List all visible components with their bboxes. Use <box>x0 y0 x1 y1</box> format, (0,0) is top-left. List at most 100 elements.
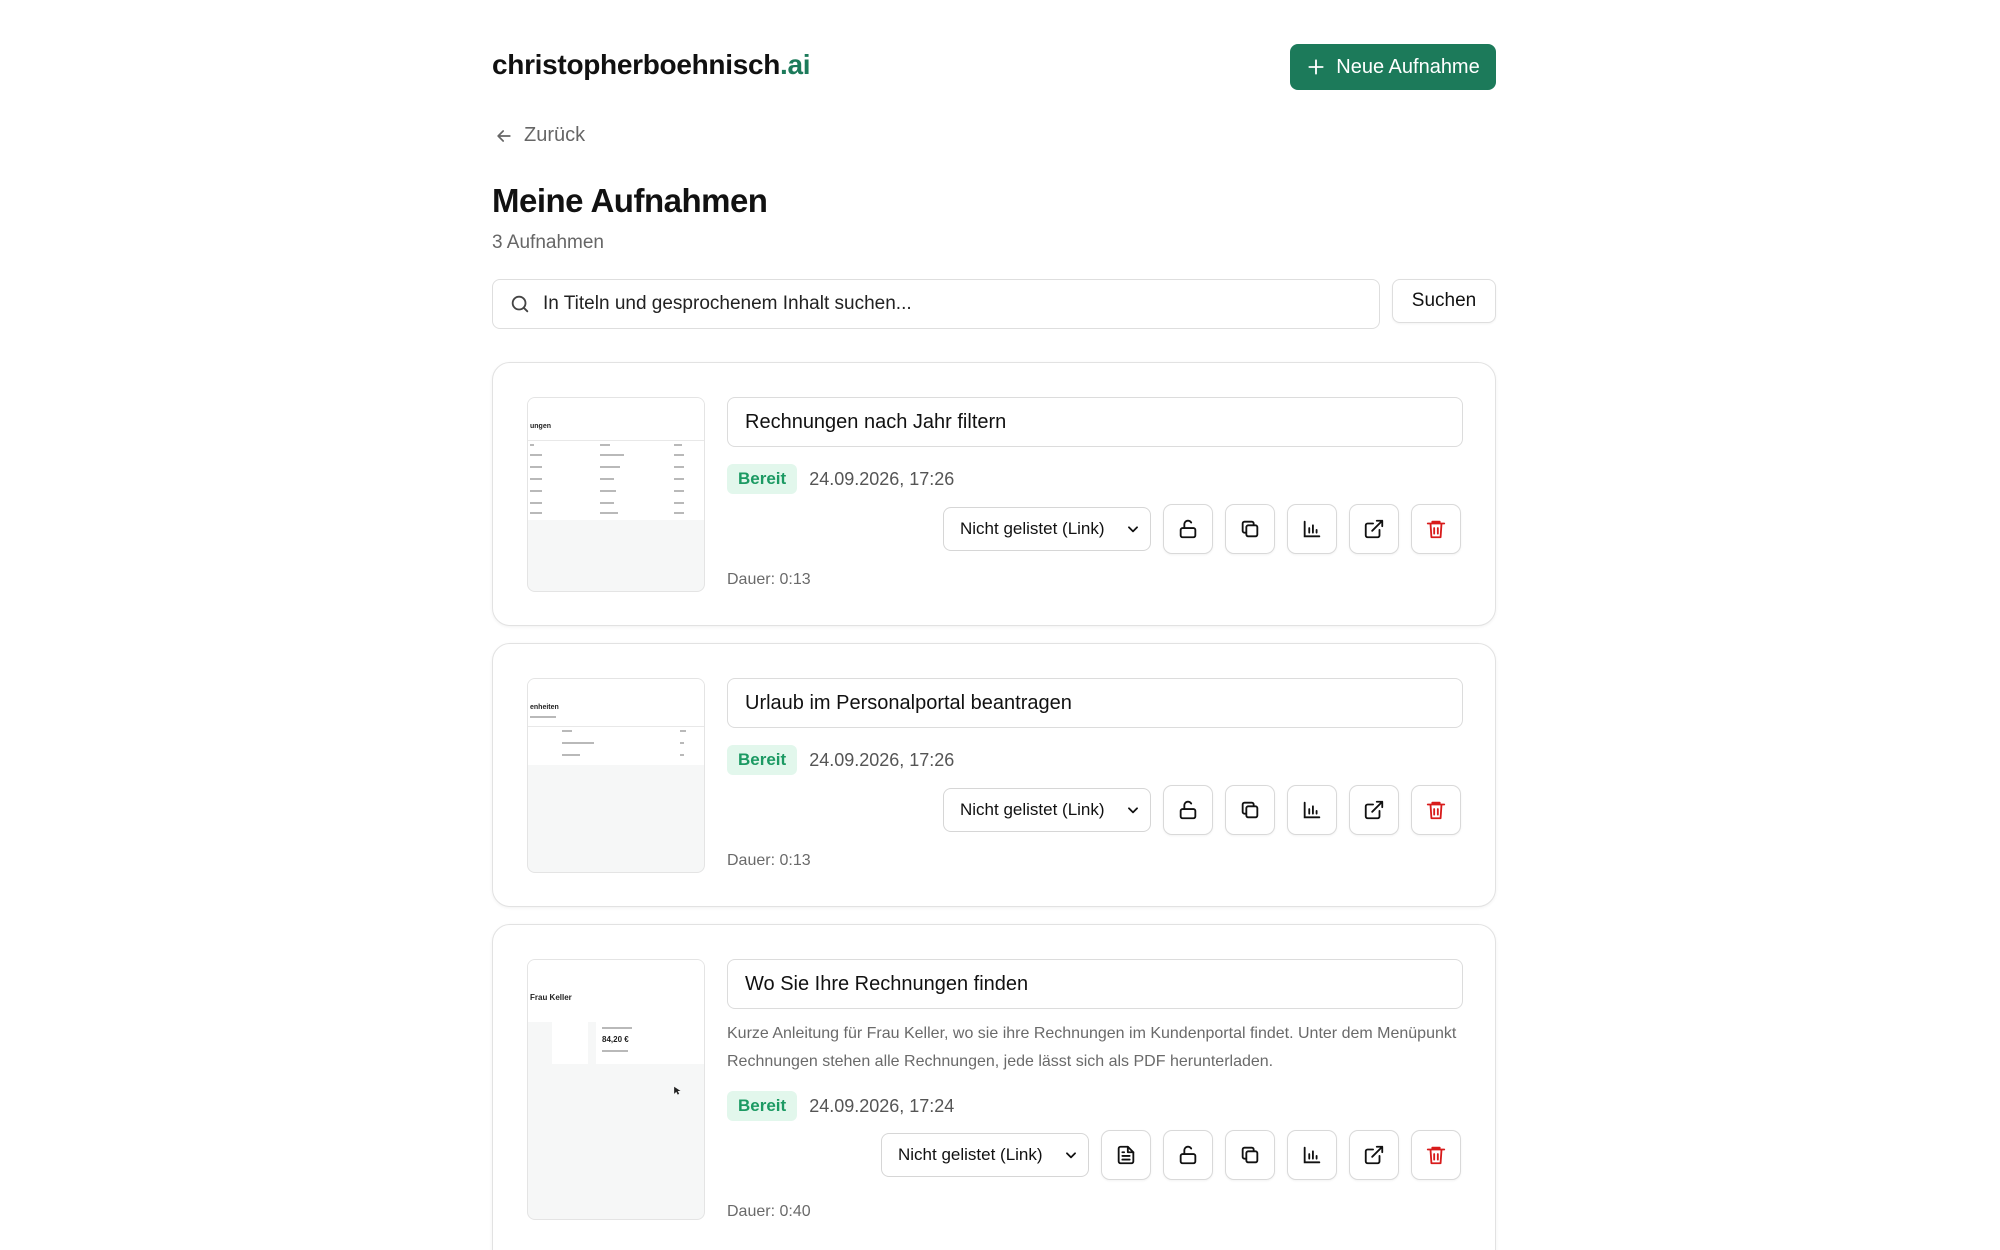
delete-button[interactable] <box>1411 785 1461 835</box>
copy-icon <box>1241 1146 1259 1164</box>
search-field[interactable] <box>492 279 1380 329</box>
status-badge: Bereit <box>727 464 798 494</box>
external-link-icon <box>1364 519 1384 539</box>
status-badge: Bereit <box>727 1091 798 1121</box>
recording-duration: Dauer: 0:13 <box>727 571 811 588</box>
recording-card: Frau Keller 84,20 € Kurze Anleitung für … <box>492 924 1496 1250</box>
thumbnail-cell <box>600 502 614 504</box>
trash-icon <box>1426 801 1446 820</box>
open-external-button[interactable] <box>1349 785 1399 835</box>
chevron-down-icon <box>1128 807 1138 814</box>
thumbnail-cell <box>530 502 542 504</box>
thumbnail-cell <box>600 466 620 468</box>
toggle-lock-button[interactable] <box>1163 1130 1213 1180</box>
thumbnail-cell <box>674 512 684 514</box>
chart-icon <box>1303 1146 1321 1164</box>
thumbnail-cell <box>674 478 684 480</box>
search-icon <box>511 295 529 313</box>
transcript-button[interactable] <box>1101 1130 1151 1180</box>
toggle-lock-button[interactable] <box>1163 785 1213 835</box>
recording-description: Kurze Anleitung für Frau Keller, wo sie … <box>727 1025 1457 1070</box>
analytics-button[interactable] <box>1287 1130 1337 1180</box>
document-icon <box>1117 1145 1135 1165</box>
header: christopherboehnisch.ai Neue Aufnahme <box>492 44 1496 90</box>
thumbnail-invoice-card: 84,20 € <box>596 1022 704 1064</box>
external-link-icon <box>1364 1145 1384 1165</box>
thumbnail-cell <box>600 454 624 456</box>
recording-card: enheiten Bereit 24.09.2026, 17:26 Nicht … <box>492 643 1496 907</box>
recording-meta: Bereit 24.09.2026, 17:24 <box>727 1091 954 1121</box>
page: christopherboehnisch.ai Neue Aufnahme Zu… <box>0 0 2000 1250</box>
recording-thumbnail[interactable]: enheiten <box>527 678 705 873</box>
page-title: Meine Aufnahmen <box>492 182 768 219</box>
analytics-button[interactable] <box>1287 785 1337 835</box>
analytics-button[interactable] <box>1287 504 1337 554</box>
thumbnail-divider <box>528 440 704 441</box>
thumbnail-cell <box>530 490 542 492</box>
thumbnail-cell <box>674 454 684 456</box>
thumbnail-sheet: enheiten <box>528 679 704 765</box>
open-external-button[interactable] <box>1349 504 1399 554</box>
lock-open-icon <box>1179 800 1197 820</box>
search-button[interactable]: Suchen <box>1392 279 1496 323</box>
thumbnail-cell <box>602 1027 632 1029</box>
search-input[interactable] <box>543 293 1379 315</box>
delete-button[interactable] <box>1411 1130 1461 1180</box>
copy-link-button[interactable] <box>1225 785 1275 835</box>
recording-thumbnail[interactable]: Frau Keller 84,20 € <box>527 959 705 1220</box>
recording-actions: Nicht gelistet (Link) <box>943 504 1461 554</box>
thumbnail-heading: enheiten <box>530 704 559 711</box>
open-external-button[interactable] <box>1349 1130 1399 1180</box>
thumbnail-heading: ungen <box>530 423 551 430</box>
new-recording-label: Neue Aufnahme <box>1336 55 1480 78</box>
thumbnail-cell <box>674 444 682 446</box>
chart-icon <box>1303 520 1321 538</box>
visibility-value: Nicht gelistet (Link) <box>960 519 1105 538</box>
recording-title-input[interactable] <box>727 678 1463 728</box>
thumbnail-cell <box>562 730 572 732</box>
thumbnail-cell <box>674 490 684 492</box>
recording-card: ungen Bereit 24.09.2026, 17:26 Ni <box>492 362 1496 626</box>
recording-title-input[interactable] <box>727 959 1463 1009</box>
copy-link-button[interactable] <box>1225 1130 1275 1180</box>
thumbnail-cell <box>600 512 618 514</box>
copy-link-button[interactable] <box>1225 504 1275 554</box>
back-link[interactable]: Zurück <box>494 124 585 147</box>
thumbnail-cell <box>680 742 684 744</box>
thumbnail-divider <box>528 726 704 727</box>
new-recording-button[interactable]: Neue Aufnahme <box>1290 44 1496 90</box>
thumbnail-cell <box>674 466 684 468</box>
thumbnail-cell <box>530 444 534 446</box>
trash-icon <box>1426 520 1446 539</box>
recording-duration: Dauer: 0:13 <box>727 852 811 869</box>
recording-title-input[interactable] <box>727 397 1463 447</box>
visibility-select[interactable]: Nicht gelistet (Link) <box>943 788 1151 832</box>
toggle-lock-button[interactable] <box>1163 504 1213 554</box>
thumbnail-cell <box>600 478 614 480</box>
thumbnail-cell <box>562 742 594 744</box>
thumbnail-cell <box>600 444 610 446</box>
thumbnail-cell <box>530 466 542 468</box>
visibility-select[interactable]: Nicht gelistet (Link) <box>881 1133 1089 1177</box>
lock-open-icon <box>1179 1145 1197 1165</box>
copy-icon <box>1241 520 1259 538</box>
visibility-value: Nicht gelistet (Link) <box>898 1145 1043 1164</box>
chevron-down-icon <box>1128 526 1138 533</box>
thumbnail-cell <box>680 730 686 732</box>
chart-icon <box>1303 801 1321 819</box>
thumbnail-cell <box>674 502 684 504</box>
delete-button[interactable] <box>1411 504 1461 554</box>
visibility-select[interactable]: Nicht gelistet (Link) <box>943 507 1151 551</box>
recording-meta: Bereit 24.09.2026, 17:26 <box>727 464 954 494</box>
lock-open-icon <box>1179 519 1197 539</box>
thumbnail-cell <box>530 478 542 480</box>
thumbnail-cell <box>530 716 556 718</box>
logo[interactable]: christopherboehnisch.ai <box>492 49 811 81</box>
recording-thumbnail[interactable]: ungen <box>527 397 705 592</box>
thumbnail-cell <box>602 1050 628 1052</box>
thumbnail-cell <box>680 754 684 756</box>
logo-tld: .ai <box>780 49 811 80</box>
external-link-icon <box>1364 800 1384 820</box>
back-label: Zurück <box>524 124 586 146</box>
thumbnail-cell <box>530 454 542 456</box>
